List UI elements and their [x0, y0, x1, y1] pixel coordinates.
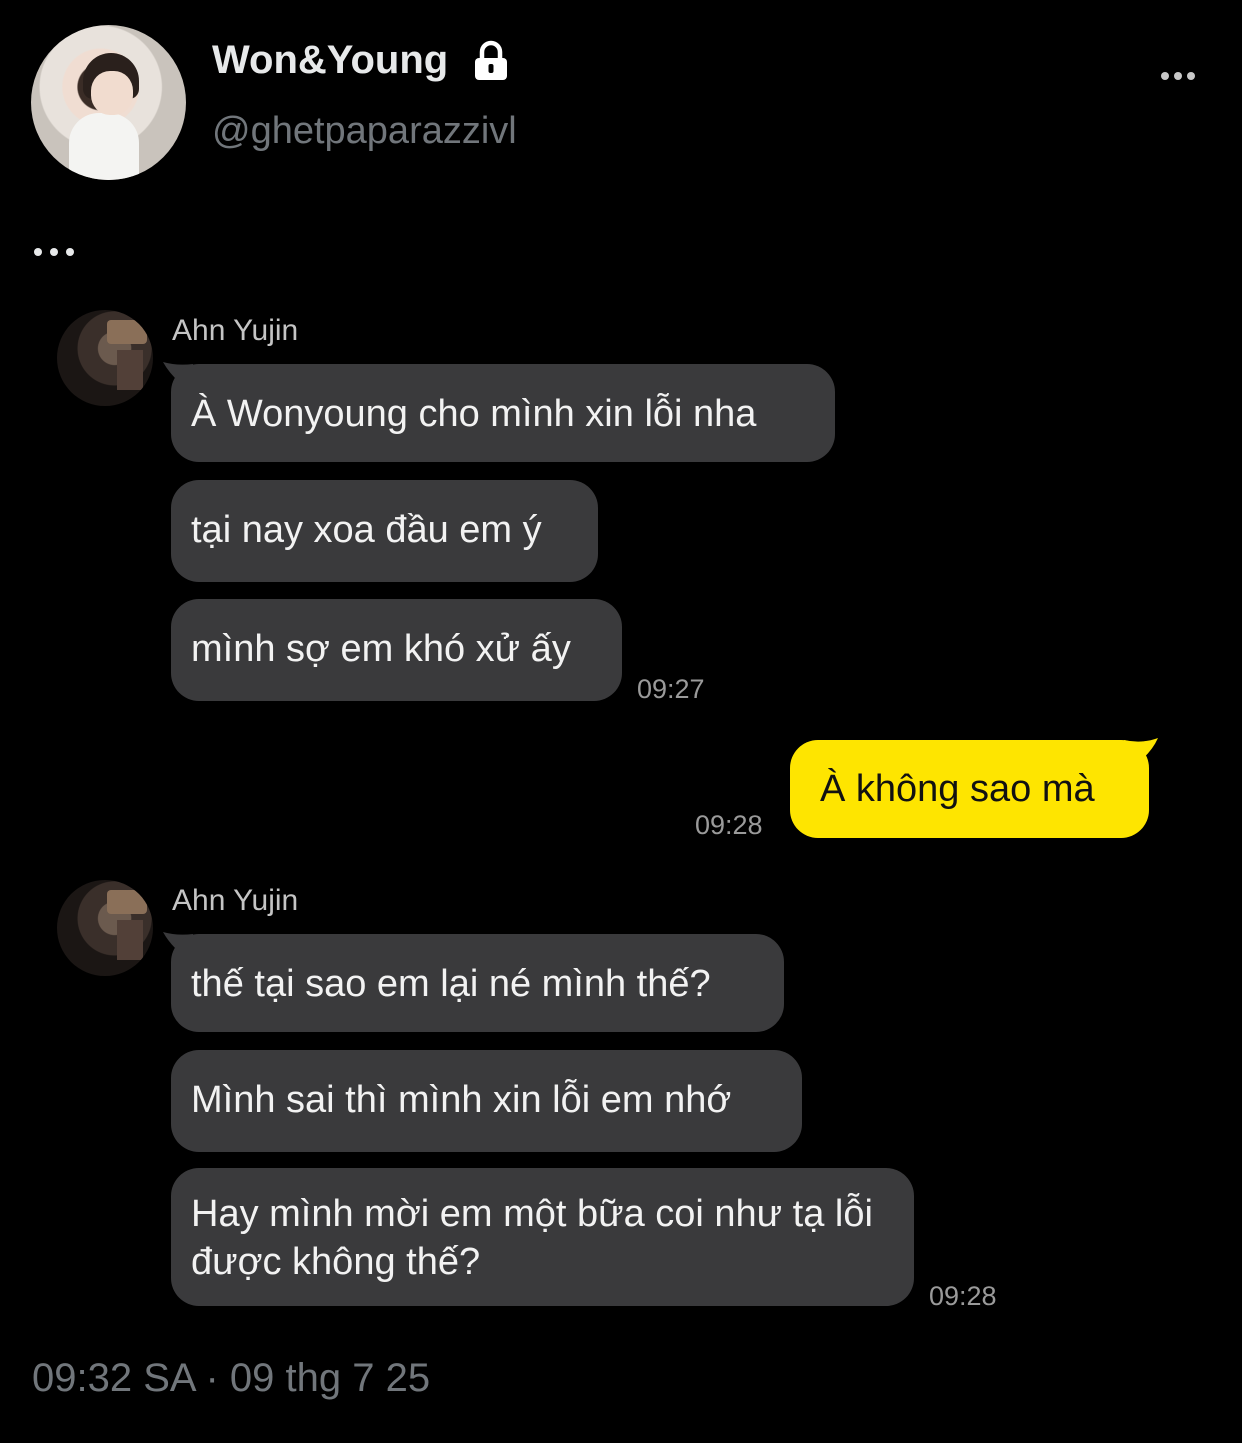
post-timestamp[interactable]: 09:32 SA · 09 thg 7 25 [32, 1356, 430, 1401]
user-handle[interactable]: @ghetpaparazzivl [212, 110, 517, 153]
avatar-face [91, 71, 133, 115]
avatar-detail [117, 350, 143, 390]
message-bubble[interactable]: À Wonyoung cho mình xin lỗi nha [171, 364, 835, 462]
avatar-shirt [69, 113, 139, 180]
message-bubble[interactable]: tại nay xoa đầu em ý [171, 480, 598, 582]
message-bubble[interactable]: mình sợ em khó xử ấy [171, 599, 622, 701]
post-header: Won&Young @ghetpaparazzivl [0, 0, 1242, 200]
message-time: 09:28 [695, 810, 763, 840]
avatar-detail [107, 890, 147, 914]
message-bubble[interactable]: Hay mình mời em một bữa coi như tạ lỗi đ… [171, 1168, 914, 1306]
sender-avatar[interactable] [57, 310, 153, 406]
sender-name: Ahn Yujin [172, 884, 299, 917]
message-bubble[interactable]: thế tại sao em lại né mình thế? [171, 934, 784, 1032]
avatar-detail [107, 320, 147, 344]
lock-icon [475, 40, 507, 80]
message-time: 09:27 [637, 674, 705, 704]
sender-avatar[interactable] [57, 880, 153, 976]
message-bubble[interactable]: Mình sai thì mình xin lỗi em nhớ [171, 1050, 802, 1152]
outgoing-message-bubble[interactable]: À không sao mà [790, 740, 1149, 838]
avatar-detail [117, 920, 143, 960]
more-icon[interactable] [1158, 62, 1198, 90]
profile-avatar[interactable] [31, 25, 186, 180]
sender-name: Ahn Yujin [172, 314, 299, 347]
message-time: 09:28 [929, 1281, 997, 1311]
ellipsis-icon [34, 248, 74, 256]
display-name[interactable]: Won&Young [212, 38, 448, 83]
